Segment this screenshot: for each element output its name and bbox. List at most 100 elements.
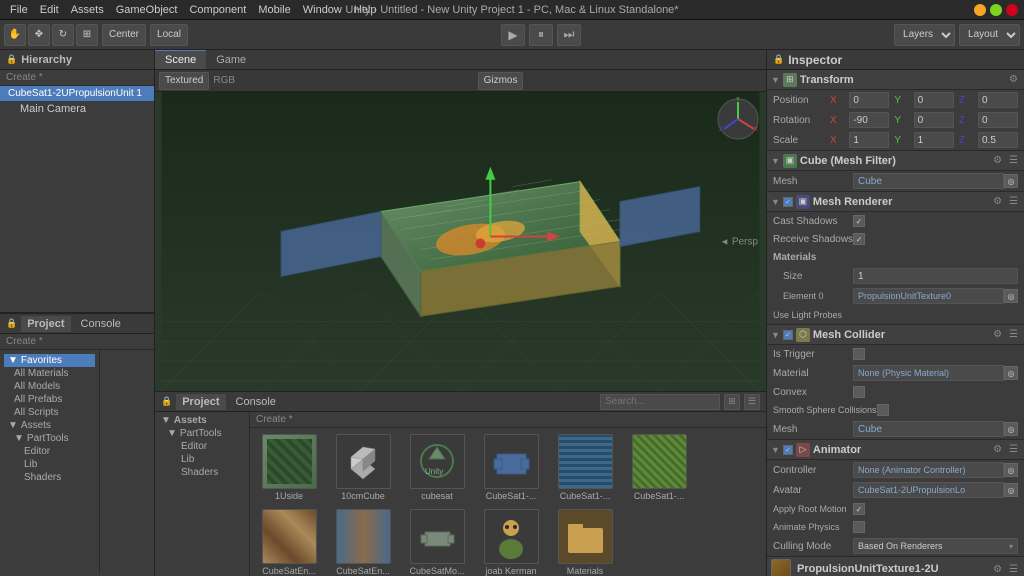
shaders-folder[interactable]: Shaders bbox=[4, 471, 95, 484]
collider-mesh-select-btn[interactable]: ◎ bbox=[1004, 422, 1018, 436]
project-title[interactable]: Project bbox=[176, 394, 225, 410]
asset-10cmcube[interactable]: 10cmCube bbox=[328, 432, 398, 503]
game-tab[interactable]: Game bbox=[206, 50, 256, 69]
asset-cubesat1-mat[interactable]: CubeSat1-... bbox=[550, 432, 620, 503]
asset-1uside[interactable]: 1Uside bbox=[254, 432, 324, 503]
rot-x-input[interactable] bbox=[849, 112, 889, 128]
project-options-btn[interactable]: ☰ bbox=[744, 394, 760, 410]
hierarchy-item-cubesat[interactable]: CubeSat1-2UPropulsionUnit 1 bbox=[0, 86, 154, 101]
project-search[interactable] bbox=[600, 394, 720, 410]
mesh-renderer-enable[interactable] bbox=[783, 197, 793, 207]
mesh-collider-enable[interactable] bbox=[783, 330, 793, 340]
local-btn[interactable]: Local bbox=[150, 24, 188, 46]
assets-header[interactable]: ▼Assets bbox=[157, 414, 247, 427]
all-prefabs-folder[interactable]: All Prefabs bbox=[4, 393, 95, 406]
project-shaders[interactable]: Shaders bbox=[157, 466, 247, 479]
transform-gear[interactable]: ⚙ bbox=[1007, 74, 1020, 85]
apply-root-checkbox[interactable] bbox=[853, 503, 865, 515]
pos-y-input[interactable] bbox=[914, 92, 954, 108]
mesh-filter-menu[interactable]: ☰ bbox=[1007, 155, 1020, 166]
convex-checkbox[interactable] bbox=[853, 386, 865, 398]
rot-y-input[interactable] bbox=[914, 112, 954, 128]
scene-gizmo[interactable]: Y X Z bbox=[716, 97, 761, 142]
element0-value[interactable]: PropulsionUnitTexture0 bbox=[853, 288, 1004, 304]
favorites-folder[interactable]: ▼ Favorites bbox=[4, 354, 95, 367]
menu-file[interactable]: File bbox=[4, 4, 34, 16]
gizmos-btn[interactable]: Gizmos bbox=[478, 72, 524, 90]
controller-select-btn[interactable]: ◎ bbox=[1004, 463, 1018, 477]
project-view-btn[interactable]: ⊞ bbox=[724, 394, 740, 410]
animator-header[interactable]: ▼ ▷ Animator ⚙ ☰ bbox=[767, 440, 1024, 460]
mesh-filter-gear[interactable]: ⚙ bbox=[991, 155, 1004, 166]
assets-root-folder[interactable]: ▼ Assets bbox=[4, 419, 95, 432]
assets-create[interactable]: Create * bbox=[250, 412, 766, 428]
lib-folder[interactable]: Lib bbox=[4, 458, 95, 471]
asset-cubesat1-prefab[interactable]: CubeSat1-... bbox=[476, 432, 546, 503]
menu-gameobject[interactable]: GameObject bbox=[110, 4, 184, 16]
step-btn[interactable]: ⏭ bbox=[557, 24, 581, 46]
console-tab2[interactable]: Console bbox=[230, 394, 282, 410]
animator-gear[interactable]: ⚙ bbox=[991, 444, 1004, 455]
mesh-value[interactable]: Cube bbox=[853, 173, 1004, 189]
size-input[interactable] bbox=[853, 268, 1018, 284]
play-btn[interactable]: ▶ bbox=[501, 24, 525, 46]
mesh-renderer-header[interactable]: ▼ ▣ Mesh Renderer ⚙ ☰ bbox=[767, 192, 1024, 212]
maximize-btn[interactable] bbox=[990, 4, 1002, 16]
mesh-renderer-menu[interactable]: ☰ bbox=[1007, 196, 1020, 207]
menu-help[interactable]: Help bbox=[348, 4, 383, 16]
mesh-select-btn[interactable]: ◎ bbox=[1004, 174, 1018, 188]
menu-mobile[interactable]: Mobile bbox=[252, 4, 296, 16]
smooth-sphere-checkbox[interactable] bbox=[877, 404, 889, 416]
scale-y-input[interactable] bbox=[914, 132, 954, 148]
pause-btn[interactable]: ⏸ bbox=[529, 24, 553, 46]
culling-mode-dropdown[interactable]: Based On Renderers ▾ bbox=[853, 538, 1018, 554]
scene-viewport[interactable] bbox=[155, 92, 766, 391]
scale-tool-btn[interactable]: ⊞ bbox=[76, 24, 98, 46]
asset-cubesaten1[interactable]: CubeSatEn... bbox=[254, 507, 324, 576]
menu-assets[interactable]: Assets bbox=[65, 4, 110, 16]
pos-x-input[interactable] bbox=[849, 92, 889, 108]
project-parttools[interactable]: ▼PartTools bbox=[157, 427, 247, 440]
receive-shadows-checkbox[interactable] bbox=[853, 233, 865, 245]
close-btn[interactable] bbox=[1006, 4, 1018, 16]
all-models-folder[interactable]: All Models bbox=[4, 380, 95, 393]
scale-z-input[interactable] bbox=[978, 132, 1018, 148]
rot-z-input[interactable] bbox=[978, 112, 1018, 128]
mesh-collider-menu[interactable]: ☰ bbox=[1007, 329, 1020, 340]
cast-shadows-checkbox[interactable] bbox=[853, 215, 865, 227]
collider-material-select-btn[interactable]: ◎ bbox=[1004, 366, 1018, 380]
collider-material-value[interactable]: None (Physic Material) bbox=[853, 365, 1004, 381]
editor-folder[interactable]: Editor bbox=[4, 445, 95, 458]
mesh-collider-gear[interactable]: ⚙ bbox=[991, 329, 1004, 340]
avatar-value[interactable]: CubeSat1-2UPropulsionLo bbox=[853, 482, 1004, 498]
menu-window[interactable]: Window bbox=[297, 4, 348, 16]
project-lib[interactable]: Lib bbox=[157, 453, 247, 466]
mesh-filter-header[interactable]: ▼ ▣ Cube (Mesh Filter) ⚙ ☰ bbox=[767, 151, 1024, 171]
material-menu[interactable]: ☰ bbox=[1007, 564, 1020, 575]
controller-value[interactable]: None (Animator Controller) bbox=[853, 462, 1004, 478]
is-trigger-checkbox[interactable] bbox=[853, 348, 865, 360]
element0-select-btn[interactable]: ◎ bbox=[1004, 289, 1018, 303]
mesh-collider-header[interactable]: ▼ ⬡ Mesh Collider ⚙ ☰ bbox=[767, 325, 1024, 345]
asset-cubesat[interactable]: Unity cubesat bbox=[402, 432, 472, 503]
mesh-renderer-gear[interactable]: ⚙ bbox=[991, 196, 1004, 207]
menu-component[interactable]: Component bbox=[183, 4, 252, 16]
transform-header[interactable]: ▼ ⊞ Transform ⚙ bbox=[767, 70, 1024, 90]
parttools-folder[interactable]: ▼PartTools bbox=[4, 432, 95, 445]
move-tool-btn[interactable]: ✥ bbox=[28, 24, 50, 46]
animate-physics-checkbox[interactable] bbox=[853, 521, 865, 533]
avatar-select-btn[interactable]: ◎ bbox=[1004, 483, 1018, 497]
project-create[interactable]: Create * bbox=[0, 334, 154, 350]
animator-enable[interactable] bbox=[783, 445, 793, 455]
textured-btn[interactable]: Textured bbox=[159, 72, 209, 90]
hierarchy-item-camera[interactable]: Main Camera bbox=[0, 101, 154, 117]
all-materials-folder[interactable]: All Materials bbox=[4, 367, 95, 380]
layout-select[interactable]: Layout bbox=[959, 24, 1020, 46]
material-gear[interactable]: ⚙ bbox=[991, 564, 1004, 575]
pos-z-input[interactable] bbox=[978, 92, 1018, 108]
project-tab[interactable]: Project bbox=[21, 316, 70, 332]
all-scripts-folder[interactable]: All Scripts bbox=[4, 406, 95, 419]
hand-tool-btn[interactable]: ✋ bbox=[4, 24, 26, 46]
hierarchy-create[interactable]: Create * bbox=[0, 70, 154, 86]
asset-materials-folder[interactable]: Materials bbox=[550, 507, 620, 576]
